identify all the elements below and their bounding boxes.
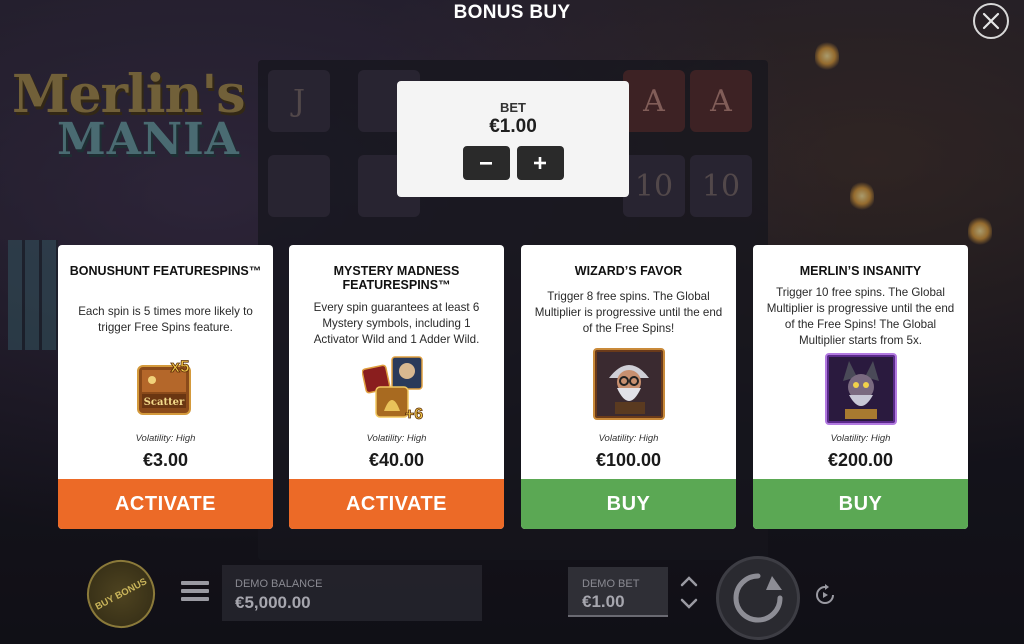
card-description: Trigger 10 free spins. The Global Multip… xyxy=(766,286,955,347)
volatility-label: Volatility: High xyxy=(598,433,659,444)
card-description: Trigger 8 free spins. The Global Multipl… xyxy=(534,290,723,335)
price: €40.00 xyxy=(368,450,425,470)
plus-icon xyxy=(534,157,546,169)
card-title: WIZARD’S FAVOR xyxy=(574,264,683,278)
card-title: MERLIN’S INSANITY xyxy=(799,264,922,278)
bet-panel: BET €1.00 xyxy=(397,81,629,197)
demo-bet-label: DEMO BET xyxy=(582,578,640,590)
svg-text:+6: +6 xyxy=(404,406,422,423)
price: €200.00 xyxy=(827,450,894,470)
menu-icon[interactable] xyxy=(181,581,209,603)
buy-button[interactable]: BUY xyxy=(753,479,968,529)
mystery-symbols-icon: +6 xyxy=(361,355,432,430)
price: €100.00 xyxy=(595,450,662,470)
spin-button[interactable] xyxy=(716,556,800,640)
bet-value: €1.00 xyxy=(489,116,537,137)
increase-bet-button[interactable] xyxy=(516,146,564,180)
activate-button[interactable]: ACTIVATE xyxy=(289,479,504,529)
bet-down-button[interactable] xyxy=(679,597,699,616)
bet-controls xyxy=(397,146,629,180)
demo-balance-box: DEMO BALANCE €5,000.00 xyxy=(222,565,482,621)
bonus-card-merlins-insanity: MERLIN’S INSANITY Trigger 10 free spins.… xyxy=(753,245,968,529)
bet-up-button[interactable] xyxy=(679,574,699,593)
demo-balance-label: DEMO BALANCE xyxy=(235,578,323,590)
close-button[interactable] xyxy=(973,3,1009,39)
card-description: Every spin guarantees at least 6 Mystery… xyxy=(313,301,480,346)
autoplay-icon xyxy=(816,584,834,604)
bet-label: BET xyxy=(500,100,526,115)
modal-title: BONUS BUY xyxy=(453,2,571,23)
svg-text:Scatter: Scatter xyxy=(143,397,184,408)
demo-bet-box: DEMO BET €1.00 xyxy=(568,567,668,617)
wizard-portrait-icon xyxy=(592,348,665,425)
card-description: Each spin is 5 times more likely to trig… xyxy=(78,305,253,334)
decrease-bet-button[interactable] xyxy=(462,146,510,180)
buy-button[interactable]: BUY xyxy=(521,479,736,529)
svg-text:x5: x5 xyxy=(170,357,189,376)
scatter-x5-icon: Scatter x5 xyxy=(136,356,196,423)
chevron-down-icon xyxy=(680,598,698,609)
autoplay-button[interactable] xyxy=(810,580,840,610)
demo-balance-value: €5,000.00 xyxy=(235,593,311,612)
buy-bonus-label: BUY BONUS xyxy=(93,575,149,613)
volatility-label: Volatility: High xyxy=(830,433,891,444)
close-icon xyxy=(982,12,1000,30)
bonus-card-bonushunt: BONUSHUNT FEATURESPINS™ Each spin is 5 t… xyxy=(58,245,273,529)
spin-icon xyxy=(733,573,783,623)
volatility-label: Volatility: High xyxy=(366,433,427,444)
minus-icon xyxy=(480,162,492,165)
price: €3.00 xyxy=(142,450,189,470)
card-title: BONUSHUNT FEATURESPINS™ xyxy=(69,264,262,278)
volatility-label: Volatility: High xyxy=(135,433,196,444)
merlin-insanity-portrait-icon xyxy=(824,353,897,430)
card-title: MYSTERY MADNESS FEATURESPINS™ xyxy=(333,264,460,292)
bonus-card-wizards-favor: WIZARD’S FAVOR Trigger 8 free spins. The… xyxy=(521,245,736,529)
demo-bet-value: €1.00 xyxy=(582,592,625,611)
bonus-card-mystery-madness: MYSTERY MADNESS FEATURESPINS™ Every spin… xyxy=(289,245,504,529)
chevron-up-icon xyxy=(680,576,698,587)
activate-button[interactable]: ACTIVATE xyxy=(58,479,273,529)
